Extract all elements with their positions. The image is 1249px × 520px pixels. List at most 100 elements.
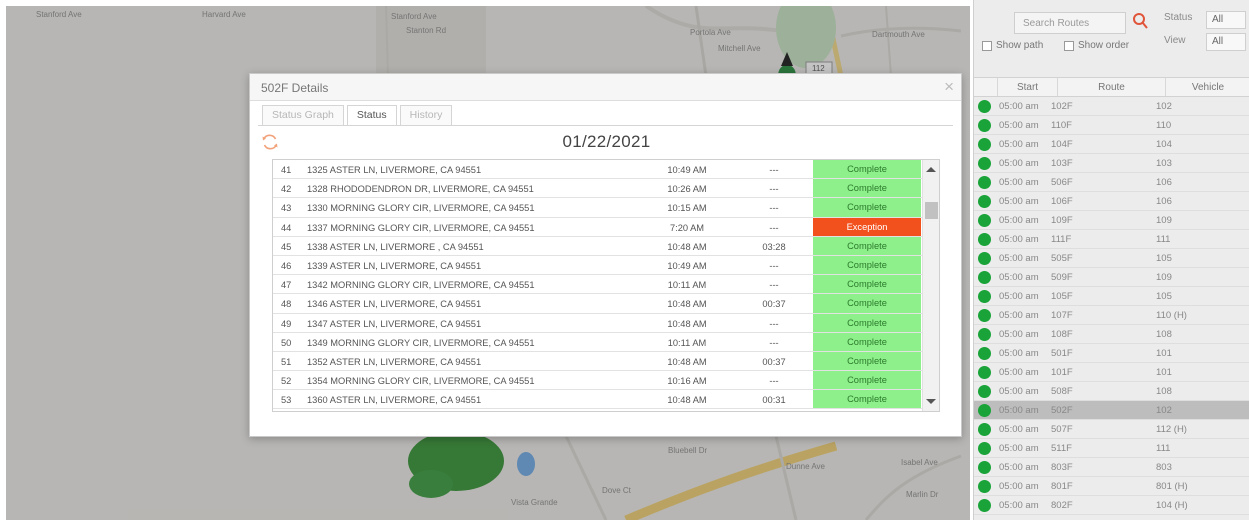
- stop-number: 44: [281, 222, 292, 233]
- stop-time: 10:48 AM: [667, 241, 707, 252]
- route-row[interactable]: 05:00 am 508F 108: [974, 382, 1249, 401]
- route-vehicle: 102: [1156, 100, 1172, 112]
- route-name: 101F: [1051, 366, 1073, 378]
- route-vehicle: 104 (H): [1156, 499, 1188, 511]
- route-name: 509F: [1051, 271, 1073, 283]
- stops-scrollbar[interactable]: [922, 160, 939, 411]
- route-row[interactable]: 05:00 am 803F 803: [974, 458, 1249, 477]
- col-start[interactable]: Start: [998, 78, 1058, 96]
- stop-status-badge: Complete: [813, 294, 921, 313]
- status-dot-icon: [978, 175, 991, 189]
- route-vehicle: 111: [1156, 442, 1171, 454]
- route-vehicle: 106: [1156, 176, 1172, 188]
- stop-row[interactable]: 47 1342 MORNING GLORY CIR, LIVERMORE, CA …: [273, 275, 939, 295]
- status-filter-label: Status: [1164, 12, 1193, 23]
- route-name: 106F: [1051, 195, 1073, 207]
- route-vehicle: 108: [1156, 328, 1172, 340]
- stop-status-badge: Complete: [813, 371, 921, 390]
- checkbox-box[interactable]: [1064, 40, 1074, 51]
- route-name: 802F: [1051, 499, 1073, 511]
- stop-row[interactable]: 43 1330 MORNING GLORY CIR, LIVERMORE, CA …: [273, 198, 939, 218]
- scroll-thumb[interactable]: [925, 202, 938, 219]
- stop-row[interactable]: 53 1360 ASTER LN, LIVERMORE, CA 94551 10:4…: [273, 390, 939, 410]
- route-row[interactable]: 05:00 am 111F 111: [974, 230, 1249, 249]
- view-filter-select[interactable]: All: [1206, 33, 1246, 51]
- route-row[interactable]: 05:00 am 103F 103: [974, 154, 1249, 173]
- stop-number: 50: [281, 337, 292, 348]
- status-dot-icon: [978, 479, 991, 493]
- stop-status-badge: Complete: [813, 313, 921, 332]
- route-row[interactable]: 05:00 am 802F 104 (H): [974, 496, 1249, 515]
- show-path-checkbox[interactable]: Show path: [982, 40, 1043, 51]
- search-icon[interactable]: [1132, 12, 1148, 30]
- scroll-down-icon[interactable]: [926, 399, 936, 404]
- tab-history[interactable]: History: [399, 105, 453, 125]
- status-dot-icon: [978, 99, 991, 113]
- route-row[interactable]: 05:00 am 501F 101: [974, 344, 1249, 363]
- stop-row[interactable]: 45 1338 ASTER LN, LIVERMORE , CA 94551 10:…: [273, 236, 939, 256]
- routes-table-body: 05:00 am 102F 102 05:00 am 110F 110 05:00 am 10…: [974, 97, 1249, 515]
- route-vehicle: 110: [1156, 119, 1172, 131]
- status-dot-icon: [978, 308, 991, 322]
- stop-row[interactable]: 42 1328 RHODODENDRON DR, LIVERMORE, CA 94…: [273, 179, 939, 199]
- route-row[interactable]: 05:00 am 509F 109: [974, 268, 1249, 287]
- stop-number: 43: [281, 203, 292, 214]
- status-dot-icon: [978, 365, 991, 379]
- route-row[interactable]: 05:00 am 507F 112 (H): [974, 420, 1249, 439]
- stop-duration: ---: [769, 376, 779, 387]
- route-start: 05:00 am: [999, 290, 1039, 302]
- route-row[interactable]: 05:00 am 107F 110 (H): [974, 306, 1249, 325]
- route-name: 501F: [1051, 347, 1073, 359]
- tab-status-graph[interactable]: Status Graph: [262, 105, 344, 125]
- route-row[interactable]: 05:00 am 105F 105: [974, 287, 1249, 306]
- stop-address: 1349 MORNING GLORY CIR, LIVERMORE, CA 94…: [307, 337, 535, 348]
- checkbox-box[interactable]: [982, 40, 992, 51]
- route-row[interactable]: 05:00 am 511F 111: [974, 439, 1249, 458]
- route-vehicle: 109: [1156, 271, 1172, 283]
- scroll-up-icon[interactable]: [926, 167, 936, 172]
- route-start: 05:00 am: [999, 499, 1039, 511]
- route-vehicle: 110 (H): [1156, 309, 1187, 321]
- route-row[interactable]: 05:00 am 108F 108: [974, 325, 1249, 344]
- stop-row[interactable]: 44 1337 MORNING GLORY CIR, LIVERMORE, CA …: [273, 217, 939, 237]
- route-row[interactable]: 05:00 am 102F 102: [974, 97, 1249, 116]
- route-row[interactable]: 05:00 am 109F 109: [974, 211, 1249, 230]
- status-dot-icon: [978, 460, 991, 474]
- route-row[interactable]: 05:00 am 801F 801 (H): [974, 477, 1249, 496]
- show-order-checkbox[interactable]: Show order: [1064, 40, 1129, 51]
- status-filter-select[interactable]: All: [1206, 11, 1246, 29]
- col-vehicle[interactable]: Vehicle: [1166, 78, 1249, 96]
- stop-row[interactable]: 52 1354 MORNING GLORY CIR, LIVERMORE, CA …: [273, 371, 939, 391]
- route-row[interactable]: 05:00 am 101F 101: [974, 363, 1249, 382]
- route-name: 104F: [1051, 138, 1073, 150]
- route-row[interactable]: 05:00 am 502F 102: [974, 401, 1249, 420]
- stop-row[interactable]: 46 1339 ASTER LN, LIVERMORE, CA 94551 10:4…: [273, 255, 939, 276]
- close-icon[interactable]: ×: [944, 77, 954, 97]
- route-vehicle: 801 (H): [1156, 480, 1188, 492]
- col-route[interactable]: Route: [1058, 78, 1166, 96]
- route-row[interactable]: 05:00 am 505F 105: [974, 249, 1249, 268]
- route-name: 110F: [1051, 119, 1072, 131]
- stop-row[interactable]: 50 1349 MORNING GLORY CIR, LIVERMORE, CA …: [273, 332, 939, 352]
- stop-row[interactable]: 48 1346 ASTER LN, LIVERMORE, CA 94551 10:4…: [273, 294, 939, 314]
- tab-status[interactable]: Status: [346, 105, 397, 126]
- route-name: 511F: [1051, 442, 1072, 454]
- stop-row[interactable]: 41 1325 ASTER LN, LIVERMORE, CA 94551 10:4…: [273, 160, 939, 180]
- stop-row[interactable]: 49 1347 ASTER LN, LIVERMORE, CA 94551 10:4…: [273, 313, 939, 333]
- route-vehicle: 103: [1156, 157, 1172, 169]
- stop-time: 10:16 AM: [667, 376, 707, 387]
- route-row[interactable]: 05:00 am 106F 106: [974, 192, 1249, 211]
- status-date: 01/22/2021: [562, 132, 651, 151]
- route-row[interactable]: 05:00 am 506F 106: [974, 173, 1249, 192]
- route-name: 506F: [1051, 176, 1073, 188]
- stop-status-badge: Complete: [813, 198, 921, 217]
- stop-row[interactable]: 51 1352 ASTER LN, LIVERMORE, CA 94551 10:4…: [273, 351, 939, 372]
- route-start: 05:00 am: [999, 176, 1039, 188]
- search-routes-input[interactable]: Search Routes: [1014, 12, 1126, 34]
- stop-time: 7:20 AM: [669, 222, 705, 233]
- stop-time: 10:48 AM: [667, 299, 707, 310]
- route-row[interactable]: 05:00 am 104F 104: [974, 135, 1249, 154]
- route-row[interactable]: 05:00 am 110F 110: [974, 116, 1249, 135]
- stop-number: 51: [281, 356, 292, 367]
- route-name: 107F: [1051, 309, 1073, 321]
